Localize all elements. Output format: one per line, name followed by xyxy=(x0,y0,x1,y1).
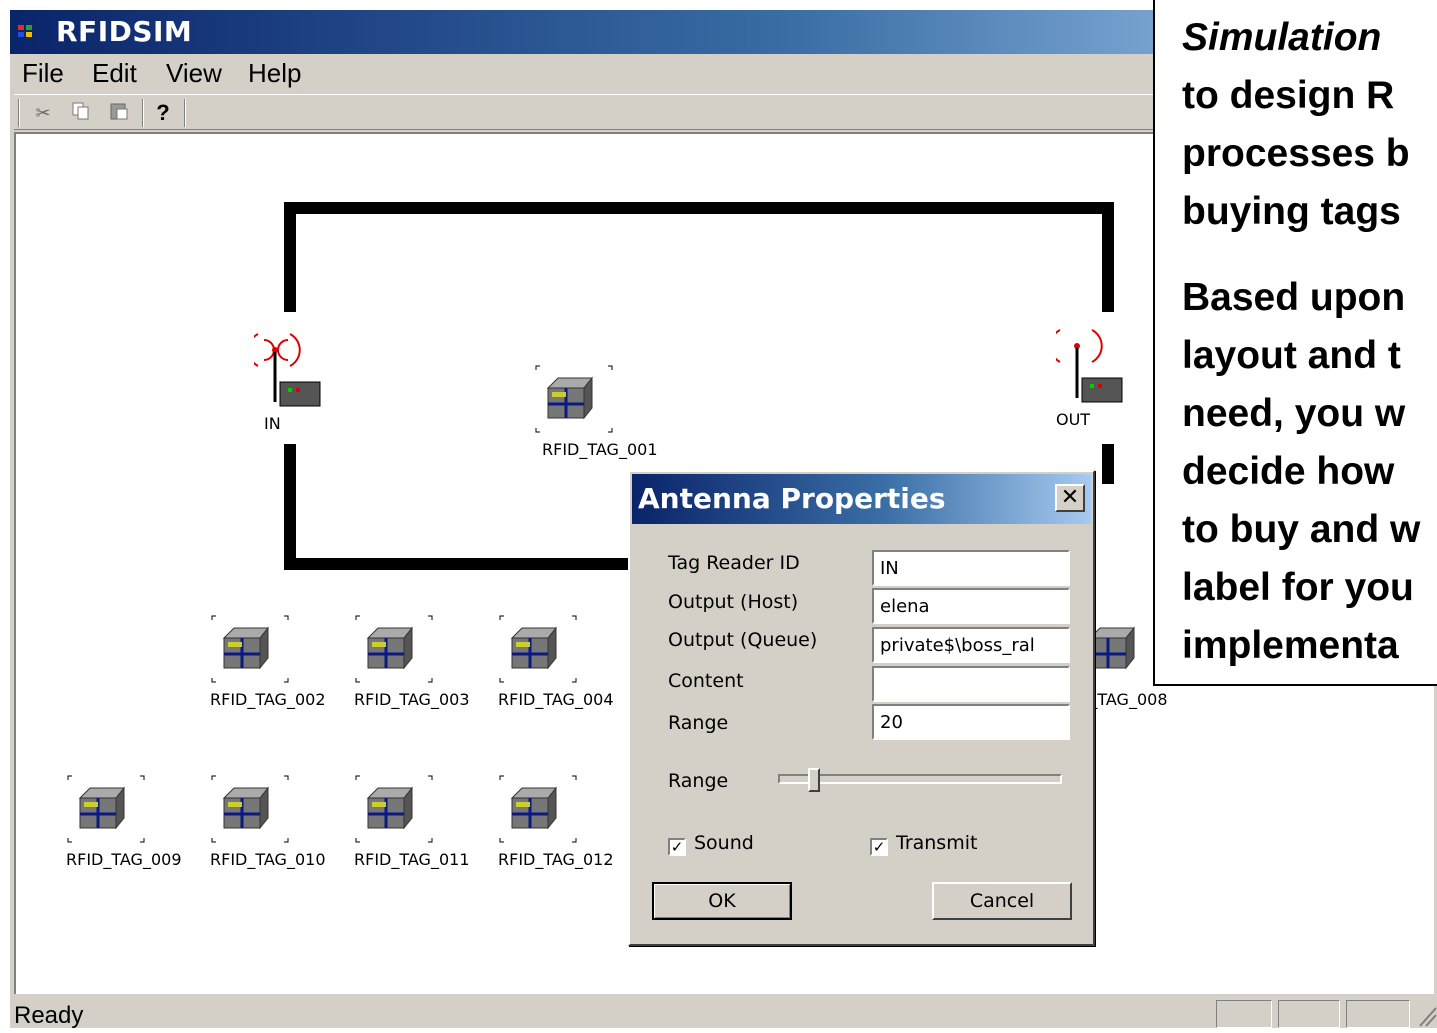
tag-node[interactable]: RFID_TAG_004 xyxy=(498,614,614,709)
help-icon[interactable]: ? xyxy=(152,101,174,125)
slide-text-overlay: Simulation to design R processes b buyin… xyxy=(1153,0,1437,686)
tag-node[interactable]: RFID_TAG_003 xyxy=(354,614,470,709)
checkbox-checked-icon: ✓ xyxy=(668,838,686,856)
reader-in[interactable]: IN xyxy=(247,330,334,433)
reader-label: OUT xyxy=(1056,410,1091,429)
tag-label: RFID_TAG_003 xyxy=(354,690,470,709)
overlay-line: label for you xyxy=(1182,566,1414,609)
antenna-reader-icon xyxy=(247,333,321,407)
content-input[interactable] xyxy=(872,666,1070,702)
overlay-line: need, you w xyxy=(1182,392,1406,435)
tag-label: RFID_TAG_012 xyxy=(498,850,614,869)
tag-label: RFID_TAG_010 xyxy=(210,850,326,869)
overlay-line: Simulation xyxy=(1182,16,1382,59)
range-slider-label: Range xyxy=(668,770,729,792)
status-text: Ready xyxy=(14,1002,84,1029)
cancel-button[interactable]: Cancel xyxy=(932,882,1072,920)
tag-label: RFID_TAG_001 xyxy=(542,440,658,459)
tag-box-icon xyxy=(67,775,145,843)
tag-box-icon xyxy=(499,615,577,683)
wall-left-lower xyxy=(284,444,296,570)
ok-button[interactable]: OK xyxy=(652,882,792,920)
wall-right-lower xyxy=(1102,444,1114,484)
menu-edit[interactable]: Edit xyxy=(92,58,137,89)
tag-box-icon xyxy=(355,775,433,843)
overlay-line: implementa xyxy=(1182,624,1399,667)
tag-box-icon xyxy=(535,365,613,433)
overlay-line: processes b xyxy=(1182,132,1410,175)
status-pane xyxy=(1278,1000,1340,1028)
output-host-label: Output (Host) xyxy=(668,591,799,613)
status-pane xyxy=(1216,1000,1272,1028)
content-label: Content xyxy=(668,670,744,692)
range-label: Range xyxy=(668,712,729,734)
tag-label: RFID_TAG_009 xyxy=(66,850,182,869)
overlay-line: to design R xyxy=(1182,74,1395,117)
status-bar: Ready xyxy=(10,996,1437,1030)
copy-icon[interactable] xyxy=(70,101,92,125)
range-input[interactable]: 20 xyxy=(872,704,1070,740)
tag-reader-id-label: Tag Reader ID xyxy=(668,552,800,574)
tag-reader-id-input[interactable]: IN xyxy=(872,550,1070,586)
overlay-line: to buy and w xyxy=(1182,508,1421,551)
tag-label: RFID_TAG_011 xyxy=(354,850,470,869)
wall-right-upper xyxy=(1102,202,1114,312)
output-host-input[interactable]: elena xyxy=(872,588,1070,624)
dialog-title: Antenna Properties xyxy=(638,482,946,515)
app-title: RFIDSIM xyxy=(56,15,193,48)
output-queue-input[interactable]: private$\boss_ral xyxy=(872,627,1070,663)
reader-label: IN xyxy=(264,414,281,433)
checkbox-checked-icon: ✓ xyxy=(870,838,888,856)
reader-out[interactable]: OUT xyxy=(1049,326,1136,429)
dialog-title-bar[interactable]: Antenna Properties ✕ xyxy=(632,474,1091,524)
overlay-line: layout and t xyxy=(1182,334,1401,377)
menu-view[interactable]: View xyxy=(166,58,222,89)
transmit-checkbox[interactable]: ✓ Transmit xyxy=(870,832,977,856)
toolbar-grip xyxy=(18,99,20,127)
tag-node[interactable]: RFID_TAG_011 xyxy=(354,774,470,869)
cut-icon[interactable]: ✂ xyxy=(32,101,54,125)
tag-node[interactable]: RFID_TAG_010 xyxy=(210,774,326,869)
overlay-line: decide how xyxy=(1182,450,1395,493)
transmit-label: Transmit xyxy=(896,832,978,854)
status-pane xyxy=(1346,1000,1410,1028)
sound-label: Sound xyxy=(694,832,754,854)
range-slider-thumb[interactable] xyxy=(808,768,821,792)
output-queue-label: Output (Queue) xyxy=(668,629,818,651)
wall-bottom xyxy=(284,558,634,570)
overlay-line: Based upon xyxy=(1182,276,1406,319)
overlay-line: buying tags xyxy=(1182,190,1401,233)
tag-node[interactable]: RFID_TAG_001 xyxy=(534,364,658,459)
resize-grip-icon[interactable] xyxy=(1418,1002,1437,1028)
tag-label: RFID_TAG_004 xyxy=(498,690,614,709)
tag-node[interactable]: RFID_TAG_012 xyxy=(498,774,614,869)
app-logo-icon xyxy=(18,25,34,39)
tag-node[interactable]: RFID_TAG_009 xyxy=(66,774,182,869)
close-icon[interactable]: ✕ xyxy=(1055,484,1085,512)
range-slider[interactable] xyxy=(778,774,1062,784)
tag-box-icon xyxy=(211,615,289,683)
tag-box-icon xyxy=(499,775,577,843)
antenna-properties-dialog: Antenna Properties ✕ Tag Reader ID IN Ou… xyxy=(628,470,1095,946)
paste-icon[interactable] xyxy=(108,101,130,125)
toolbar-separator xyxy=(184,99,186,127)
tag-node[interactable]: RFID_TAG_002 xyxy=(210,614,326,709)
tag-box-icon xyxy=(211,775,289,843)
sound-checkbox[interactable]: ✓ Sound xyxy=(668,832,754,856)
wall-top xyxy=(284,202,1112,214)
wall-left-upper xyxy=(284,202,296,312)
tag-label: RFID_TAG_002 xyxy=(210,690,326,709)
antenna-reader-icon xyxy=(1049,329,1123,403)
tag-box-icon xyxy=(355,615,433,683)
menu-file[interactable]: File xyxy=(22,58,64,89)
toolbar-separator xyxy=(142,99,144,127)
menu-help[interactable]: Help xyxy=(248,58,301,89)
